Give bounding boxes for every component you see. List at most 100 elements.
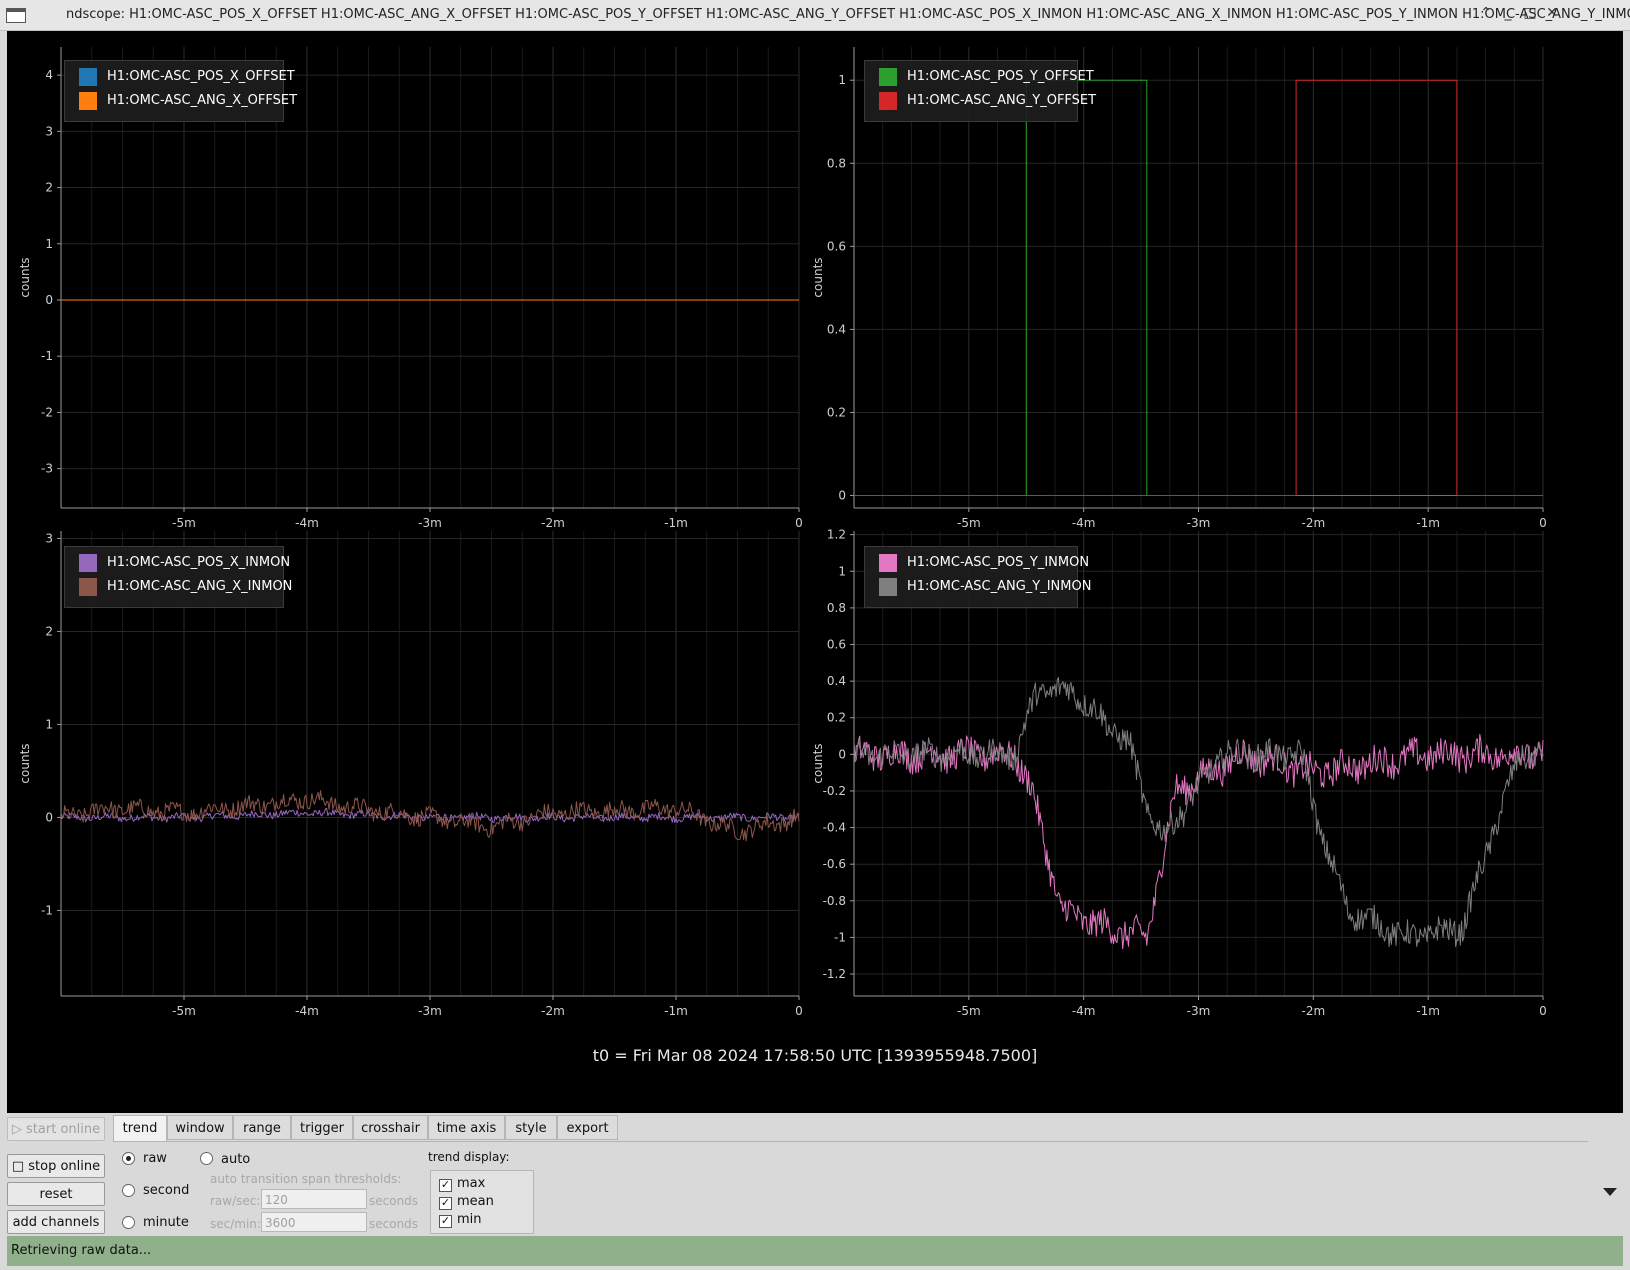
tab-style[interactable]: style	[505, 1115, 557, 1140]
tab-window[interactable]: window	[167, 1115, 233, 1140]
tab-trigger[interactable]: trigger	[291, 1115, 353, 1140]
y-tick-label: -0.8	[823, 894, 846, 908]
legend-label: H1:OMC-ASC_ANG_X_INMON	[107, 579, 293, 594]
y-tick-label: 3	[45, 124, 53, 138]
min-checkbox[interactable]: ✓	[439, 1215, 452, 1228]
maximize-icon[interactable]: □	[1521, 5, 1539, 21]
y-tick-label: 0.2	[827, 711, 846, 725]
trend-display-group: ✓ max ✓ mean ✓ min	[430, 1170, 534, 1234]
t0-label: t0 = Fri Mar 08 2024 17:58:50 UTC [13939…	[592, 1046, 1038, 1065]
y-tick-label: 2	[45, 181, 53, 195]
legend-label: H1:OMC-ASC_ANG_X_OFFSET	[107, 93, 298, 108]
sec-min-unit: seconds	[369, 1217, 419, 1231]
y-tick-label: 4	[45, 68, 53, 82]
x-tick-label: -5m	[172, 1004, 196, 1018]
x-tick-label: -4m	[1072, 1004, 1096, 1018]
max-checkbox[interactable]: ✓	[439, 1179, 452, 1192]
x-tick-label: -5m	[172, 516, 196, 530]
legend-plot-1: H1:OMC-ASC_POS_X_OFFSET H1:OMC-ASC_ANG_X…	[64, 60, 297, 122]
mean-label: mean	[457, 1194, 494, 1209]
reset-button[interactable]: reset	[7, 1182, 105, 1206]
y-tick-label: 0.4	[827, 322, 846, 336]
legend-label: H1:OMC-ASC_POS_X_INMON	[107, 555, 291, 570]
x-tick-label: 0	[1539, 1004, 1547, 1018]
y-tick-label: -1	[834, 930, 846, 944]
thresholds-label: auto transition span thresholds:	[210, 1172, 402, 1186]
x-tick-label: 0	[795, 1004, 803, 1018]
second-label: second	[143, 1183, 190, 1198]
y-axis-label: counts	[811, 743, 825, 783]
tab-trend[interactable]: trend	[113, 1115, 167, 1142]
raw-sec-input[interactable]: 120	[261, 1189, 367, 1209]
y-tick-label: -3	[41, 462, 53, 476]
start-online-button[interactable]: ▷ start online	[7, 1117, 105, 1141]
x-tick-label: -4m	[1072, 516, 1096, 530]
y-tick-label: 1	[838, 564, 846, 578]
start-online-label: start online	[26, 1122, 101, 1137]
raw-sec-unit: seconds	[369, 1194, 419, 1208]
y-tick-label: 1	[45, 717, 53, 731]
add-channels-button[interactable]: add channels	[7, 1210, 105, 1234]
x-tick-label: -3m	[1187, 516, 1211, 530]
auto-radio[interactable]	[200, 1152, 213, 1165]
x-tick-label: -4m	[295, 1004, 319, 1018]
y-tick-label: -1	[41, 349, 53, 363]
y-tick-label: 0.6	[827, 638, 846, 652]
legend-swatch	[79, 578, 97, 596]
y-tick-label: 1	[838, 73, 846, 87]
y-tick-label: 0.8	[827, 601, 846, 615]
x-tick-label: -2m	[541, 516, 565, 530]
y-axis-label: counts	[18, 257, 32, 297]
raw-radio[interactable]	[122, 1152, 135, 1165]
legend-label: H1:OMC-ASC_POS_Y_INMON	[907, 555, 1090, 570]
tab-time-axis[interactable]: time axis	[428, 1115, 505, 1140]
legend-label: H1:OMC-ASC_ANG_Y_INMON	[907, 579, 1092, 594]
y-tick-label: 1	[45, 237, 53, 251]
trend-display-label: trend display:	[428, 1150, 510, 1164]
x-tick-label: -5m	[957, 516, 981, 530]
legend-label: H1:OMC-ASC_POS_Y_OFFSET	[907, 69, 1094, 84]
minute-radio[interactable]	[122, 1216, 135, 1229]
stop-online-button[interactable]: □ stop online	[7, 1154, 105, 1178]
sec-min-input[interactable]: 3600	[261, 1212, 367, 1232]
x-tick-label: -3m	[418, 1004, 442, 1018]
minimize-icon[interactable]: _	[1499, 5, 1517, 21]
x-tick-label: -1m	[664, 1004, 688, 1018]
window-title: ndscope: H1:OMC-ASC_POS_X_OFFSET H1:OMC-…	[66, 7, 1630, 22]
x-tick-label: -2m	[541, 1004, 565, 1018]
app-window-icon	[6, 8, 26, 23]
y-tick-label: 0	[45, 293, 53, 307]
minute-label: minute	[143, 1215, 189, 1230]
stop-online-label: stop online	[28, 1159, 101, 1174]
tab-crosshair[interactable]: crosshair	[353, 1115, 428, 1140]
second-radio[interactable]	[122, 1184, 135, 1197]
x-tick-label: -1m	[1416, 1004, 1440, 1018]
legend-swatch	[879, 554, 897, 572]
y-tick-label: -0.4	[823, 821, 846, 835]
x-tick-label: -1m	[664, 516, 688, 530]
y-tick-label: 0.6	[827, 239, 846, 253]
keep-above-icon[interactable]: ⌃	[1477, 5, 1495, 21]
x-tick-label: -3m	[418, 516, 442, 530]
y-tick-label: -0.2	[823, 784, 846, 798]
x-tick-label: -4m	[295, 516, 319, 530]
legend-swatch	[79, 92, 97, 110]
max-label: max	[457, 1176, 486, 1191]
raw-label: raw	[143, 1151, 167, 1166]
mean-checkbox[interactable]: ✓	[439, 1197, 452, 1210]
y-tick-label: 1.2	[827, 528, 846, 542]
close-icon[interactable]: ✕	[1543, 5, 1561, 21]
y-tick-label: -0.6	[823, 857, 846, 871]
y-tick-label: 0.8	[827, 156, 846, 170]
x-tick-label: 0	[1539, 516, 1547, 530]
status-text: Retrieving raw data...	[11, 1243, 152, 1258]
collapse-panel-icon[interactable]	[1603, 1188, 1617, 1196]
y-tick-label: -1	[41, 903, 53, 917]
tab-range[interactable]: range	[233, 1115, 291, 1140]
y-tick-label: 0	[45, 810, 53, 824]
legend-swatch	[879, 578, 897, 596]
legend-plot-2: H1:OMC-ASC_POS_Y_OFFSET H1:OMC-ASC_ANG_Y…	[864, 60, 1096, 122]
tab-export[interactable]: export	[557, 1115, 618, 1140]
y-tick-label: 3	[45, 531, 53, 545]
legend-label: H1:OMC-ASC_ANG_Y_OFFSET	[907, 93, 1097, 108]
